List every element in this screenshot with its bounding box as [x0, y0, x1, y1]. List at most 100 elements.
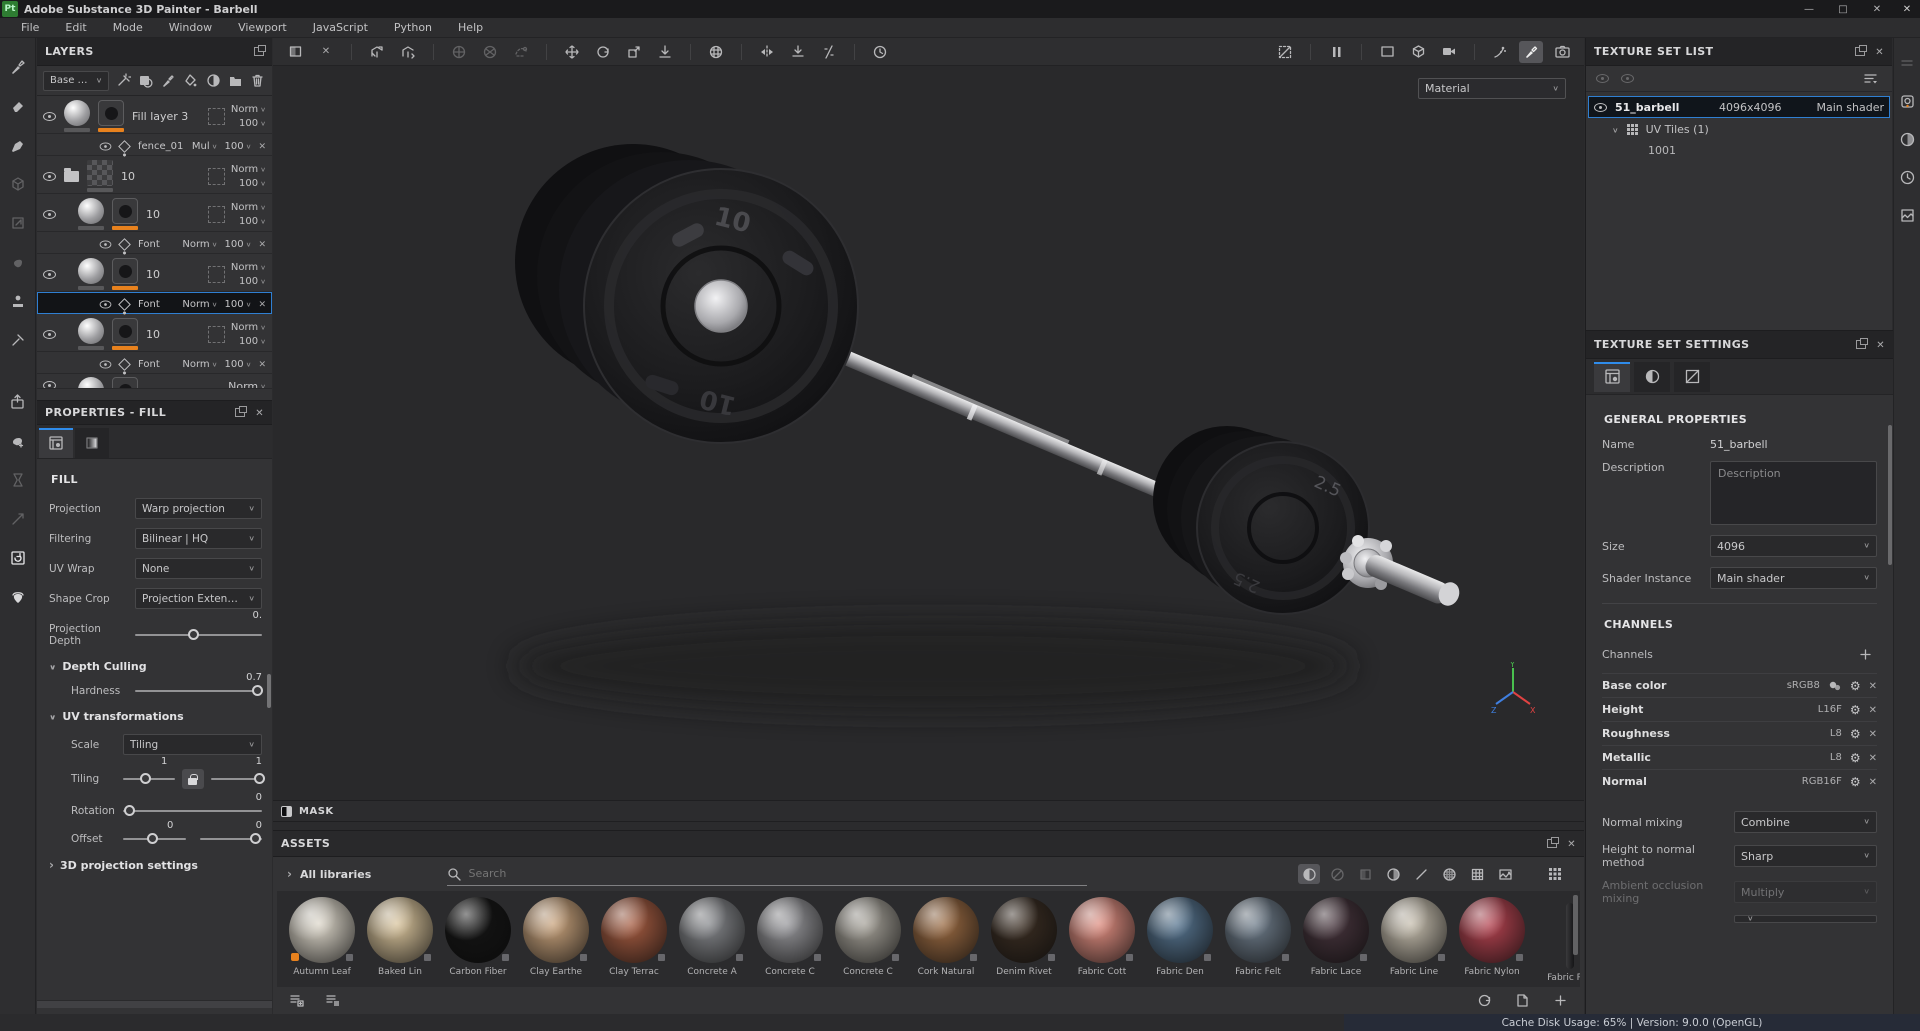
hide-all-eye-icon[interactable]: [1596, 74, 1609, 83]
description-field[interactable]: Description: [1710, 461, 1877, 525]
tab-general-settings[interactable]: [1594, 361, 1630, 392]
camera-view-icon[interactable]: [1437, 41, 1461, 63]
visibility-eye-icon[interactable]: [43, 329, 56, 339]
layer-fill-thumbnail[interactable]: [112, 258, 138, 284]
asset-item[interactable]: Fabric Den: [1145, 897, 1215, 987]
viewport-3d[interactable]: 10 10 2.5 2.5 Material ∨ Y X Z: [273, 66, 1584, 800]
asset-item[interactable]: Fabric Nylon: [1457, 897, 1527, 987]
assets-scrollbar[interactable]: [1573, 895, 1578, 955]
uv-chunk-icon[interactable]: [509, 41, 533, 63]
channel-settings-gear-icon[interactable]: ⚙: [1850, 728, 1861, 740]
refresh-assets-icon[interactable]: [1472, 989, 1496, 1011]
log-icon[interactable]: [1895, 204, 1919, 226]
add-channel-icon[interactable]: [1853, 643, 1877, 665]
uv-transformations-group[interactable]: UV transformations: [49, 710, 262, 723]
mirror-icon[interactable]: [755, 41, 779, 63]
all-libraries-selector[interactable]: All libraries: [287, 867, 437, 881]
tab-material[interactable]: [75, 428, 109, 458]
eraser-tool[interactable]: [6, 95, 30, 117]
rotation-value[interactable]: 0: [256, 792, 262, 803]
opacity-dropdown[interactable]: 100: [225, 239, 252, 250]
remove-effect-icon[interactable]: [258, 141, 266, 152]
lattice-icon[interactable]: [704, 41, 728, 63]
projection-transform-icon[interactable]: [365, 41, 389, 63]
clear-icon[interactable]: [314, 41, 338, 63]
tiling-y-slider[interactable]: [210, 773, 265, 784]
close-panel-icon[interactable]: [255, 406, 264, 419]
grid-view-icon[interactable]: [1544, 864, 1566, 884]
add-smart-mask-icon[interactable]: [205, 70, 221, 92]
blend-mode-dropdown[interactable]: Norm: [182, 299, 217, 310]
opacity-dropdown[interactable]: 100: [239, 178, 266, 189]
blend-mode-dropdown[interactable]: Norm: [231, 322, 266, 333]
close-button[interactable]: ✕: [1860, 0, 1894, 18]
tab-mesh-maps[interactable]: [1674, 361, 1710, 392]
visibility-eye-icon[interactable]: [99, 239, 112, 249]
visibility-eye-icon[interactable]: [43, 381, 56, 388]
asset-item[interactable]: Carbon Fiber: [443, 897, 513, 987]
shading-mode-dropdown[interactable]: Material: [1418, 78, 1566, 99]
settings-scrollbar[interactable]: [1888, 425, 1892, 565]
material-sphere[interactable]: [1459, 897, 1525, 963]
menu-edit[interactable]: Edit: [52, 21, 99, 34]
mask-bar[interactable]: MASK: [273, 800, 1584, 822]
smudge-tool[interactable]: [6, 212, 30, 234]
material-sphere[interactable]: [1225, 897, 1291, 963]
remove-channel-icon[interactable]: [1869, 703, 1877, 716]
blend-mode-dropdown[interactable]: Norm: [231, 164, 266, 175]
uv-transform-icon[interactable]: [396, 41, 420, 63]
material-sphere[interactable]: [1303, 897, 1369, 963]
tiling-x-value[interactable]: 1: [161, 756, 167, 767]
color-picker-tool[interactable]: [6, 329, 30, 351]
polygon-mask-icon[interactable]: [478, 41, 502, 63]
blend-mode-dropdown[interactable]: Norm: [182, 359, 217, 370]
blend-mode-dropdown[interactable]: Norm: [182, 239, 217, 250]
layer-mask-slot[interactable]: [207, 167, 225, 185]
material-sphere[interactable]: [1147, 897, 1213, 963]
layer-mask-slot[interactable]: [207, 107, 225, 125]
material-sphere[interactable]: [1069, 897, 1135, 963]
layer-name[interactable]: 10: [146, 328, 160, 341]
polygon-fill-tool[interactable]: [6, 173, 30, 195]
tab-channels-material[interactable]: [1634, 361, 1670, 392]
opacity-dropdown[interactable]: 100: [239, 336, 266, 347]
float-panel-icon[interactable]: [1856, 338, 1869, 349]
menu-file[interactable]: File: [8, 21, 52, 34]
layer-row[interactable]: Fill layer 3 Norm 100: [37, 96, 272, 134]
offset-x-slider[interactable]: [123, 833, 186, 844]
pause-engine-icon[interactable]: [1324, 41, 1348, 63]
slope-icon[interactable]: [817, 41, 841, 63]
layer-fill-thumbnail[interactable]: [98, 100, 124, 126]
symmetry-off-icon[interactable]: [1273, 41, 1297, 63]
filter-smart-masks-icon[interactable]: [1354, 864, 1376, 884]
visibility-eye-icon[interactable]: [99, 141, 112, 151]
material-sphere[interactable]: [523, 897, 589, 963]
asset-item[interactable]: Baked Lin: [365, 897, 435, 987]
snap-down-icon[interactable]: [653, 41, 677, 63]
effect-name[interactable]: fence_01: [138, 141, 183, 152]
dock-close-icon[interactable]: ✕: [1894, 4, 1920, 15]
effect-name[interactable]: Font: [138, 299, 160, 310]
brush-mode-icon[interactable]: [1519, 40, 1543, 63]
opacity-dropdown[interactable]: 100: [225, 299, 252, 310]
asset-item[interactable]: Clay Earthe: [521, 897, 591, 987]
view-2d-icon[interactable]: [1375, 41, 1399, 63]
material-sphere[interactable]: [1381, 897, 1447, 963]
sub-layer-row[interactable]: Font Norm 100: [37, 232, 272, 254]
offset-x-value[interactable]: 0: [167, 820, 173, 831]
material-sphere[interactable]: [835, 897, 901, 963]
channel-row[interactable]: Metallic L8 ⚙: [1602, 745, 1877, 769]
search-input[interactable]: [468, 867, 1087, 880]
resize-icon[interactable]: [6, 508, 30, 530]
layer-row[interactable]: 10 Norm 100: [37, 254, 272, 292]
tiling-y-value[interactable]: 1: [256, 756, 262, 767]
export-resources-icon[interactable]: [321, 989, 345, 1011]
layer-group-row[interactable]: 10 Norm 100: [37, 156, 272, 194]
material-sphere[interactable]: [679, 897, 745, 963]
layer-material-thumbnail[interactable]: [78, 318, 104, 344]
layer-row[interactable]: 10 Norm 100: [37, 194, 272, 232]
menu-viewport[interactable]: Viewport: [225, 21, 300, 34]
layer-name[interactable]: 10: [146, 208, 160, 221]
history-icon[interactable]: [1895, 166, 1919, 188]
asset-item[interactable]: Concrete C: [755, 897, 825, 987]
